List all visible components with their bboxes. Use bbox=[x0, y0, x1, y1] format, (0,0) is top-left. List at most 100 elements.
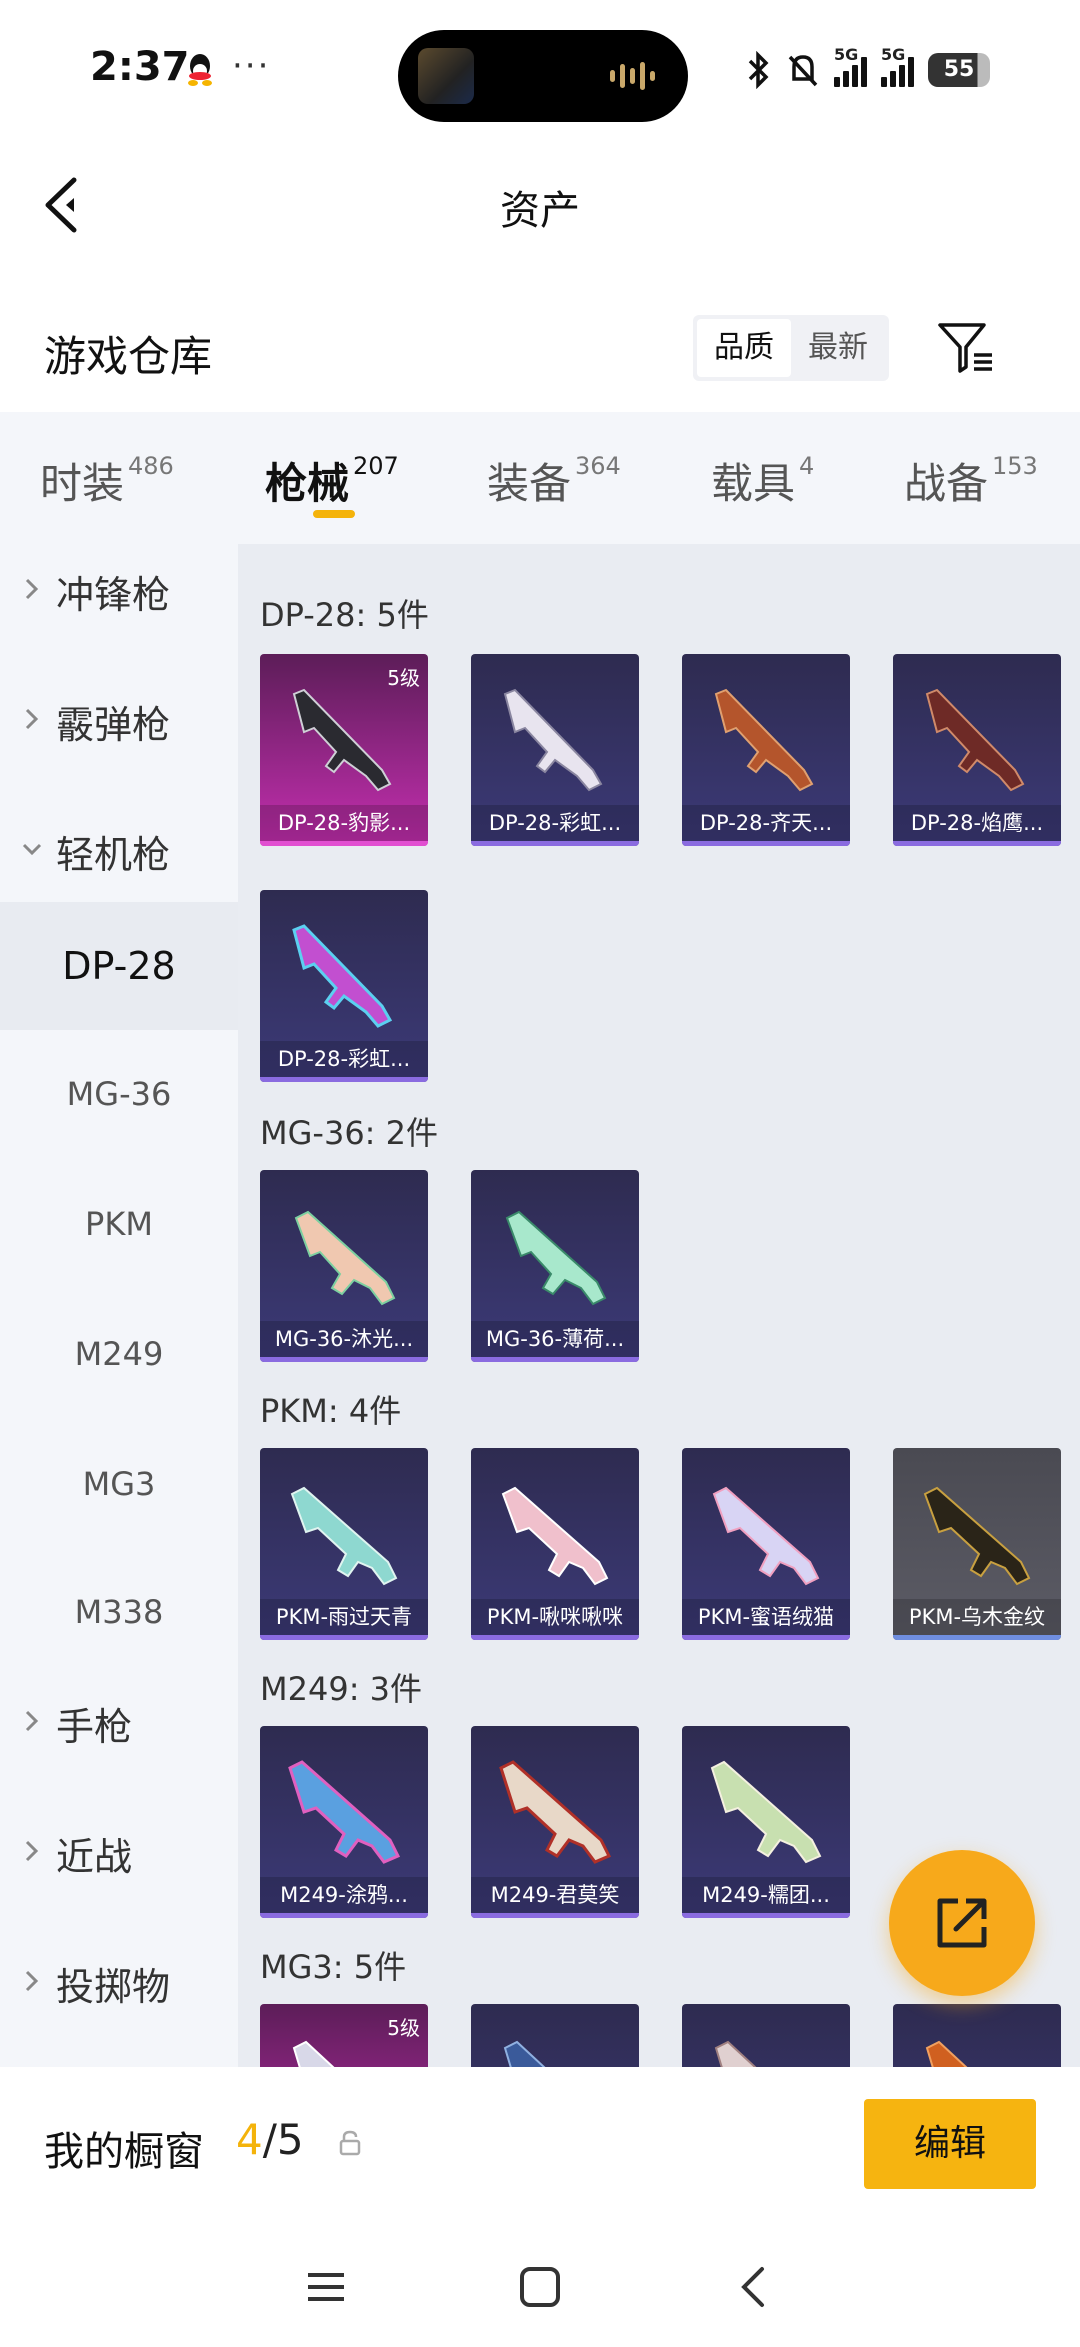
weapon-card[interactable]: PKM-雨过天青 bbox=[260, 1448, 428, 1640]
bluetooth-icon bbox=[748, 51, 769, 89]
sort-quality-button[interactable]: 品质 bbox=[697, 319, 791, 377]
sort-latest-button[interactable]: 最新 bbox=[791, 319, 885, 377]
back-icon[interactable] bbox=[732, 2265, 776, 2309]
top-app-bar: 资产 bbox=[0, 140, 1080, 270]
weapon-icon bbox=[294, 1210, 396, 1306]
weapon-card[interactable]: M249-君莫笑 bbox=[471, 1726, 639, 1918]
weapon-card[interactable]: M249-糯团... bbox=[682, 1726, 850, 1918]
showcase-bar: 我的橱窗 4/5 编辑 bbox=[0, 2067, 1080, 2227]
weapon-icon bbox=[292, 2040, 335, 2067]
tab-supplies[interactable]: 战备 153 bbox=[904, 450, 1038, 511]
weapon-card[interactable]: DP-28-彩虹... bbox=[471, 654, 639, 846]
weapon-icon bbox=[505, 1210, 607, 1306]
sidebar-item-shotgun[interactable]: 霰弹枪 bbox=[0, 680, 238, 760]
showcase-label: 我的橱窗 bbox=[44, 2129, 204, 2175]
sidebar-subitem-m338[interactable]: M338 bbox=[0, 1548, 238, 1676]
weapon-card[interactable] bbox=[682, 2004, 850, 2067]
weapon-icon bbox=[712, 1486, 820, 1586]
signal-1-icon: 5G bbox=[834, 45, 867, 87]
media-thumbnail bbox=[418, 48, 474, 104]
more-notifications-icon: ··· bbox=[232, 46, 271, 86]
chevron-right-icon bbox=[25, 1970, 39, 1992]
sidebar-item-smg[interactable]: 冲锋枪 bbox=[0, 550, 238, 630]
tab-firearms[interactable]: 枪械 207 bbox=[265, 450, 399, 511]
weapon-type-sidebar: 冲锋枪 霰弹枪 轻机枪 DP-28 MG-36 PKM M249 MG3 M33… bbox=[0, 544, 238, 2067]
warehouse-title: 游戏仓库 bbox=[44, 332, 213, 381]
sort-toggle: 品质 最新 bbox=[693, 315, 889, 381]
chevron-right-icon bbox=[25, 1710, 39, 1732]
weapon-card[interactable]: 5级 DP-28-豹影... bbox=[260, 654, 428, 846]
weapon-icon bbox=[714, 2040, 757, 2067]
weapon-card[interactable]: MG-36-沐光... bbox=[260, 1170, 428, 1362]
group-title-dp28: DP-28: 5件 bbox=[260, 596, 429, 634]
weapon-icon bbox=[923, 1486, 1031, 1586]
weapon-icon bbox=[292, 924, 393, 1028]
audio-wave-icon bbox=[610, 60, 660, 92]
showcase-count: 4/5 bbox=[236, 2115, 304, 2164]
share-button[interactable] bbox=[889, 1850, 1035, 1996]
signal-2-icon: 5G bbox=[881, 45, 914, 87]
weapon-icon bbox=[499, 1760, 612, 1864]
tab-fashion[interactable]: 时装 486 bbox=[40, 450, 174, 511]
share-icon bbox=[937, 1898, 987, 1948]
tab-equipment[interactable]: 装备 364 bbox=[487, 450, 621, 511]
warehouse-header: 游戏仓库 品质 最新 bbox=[0, 305, 1080, 395]
weapon-icon bbox=[288, 1760, 401, 1864]
chevron-right-icon bbox=[25, 1840, 39, 1862]
group-title-mg36: MG-36: 2件 bbox=[260, 1114, 438, 1152]
system-icons: 5G 5G 55 bbox=[746, 45, 990, 94]
sidebar-subitem-mg36[interactable]: MG-36 bbox=[0, 1030, 238, 1158]
sidebar-subitem-m249[interactable]: M249 bbox=[0, 1290, 238, 1418]
home-icon[interactable] bbox=[518, 2265, 562, 2309]
group-title-pkm: PKM: 4件 bbox=[260, 1392, 402, 1430]
group-title-mg3: MG3: 5件 bbox=[260, 1948, 407, 1986]
dynamic-island[interactable] bbox=[398, 30, 688, 122]
weapon-icon bbox=[714, 688, 814, 792]
weapon-card[interactable] bbox=[893, 2004, 1061, 2067]
sidebar-subitem-pkm[interactable]: PKM bbox=[0, 1160, 238, 1288]
sidebar-subitem-mg3[interactable]: MG3 bbox=[0, 1420, 238, 1548]
sidebar-item-melee[interactable]: 近战 bbox=[0, 1812, 238, 1892]
lock-icon bbox=[339, 2130, 361, 2156]
status-bar: 2:37 ··· 5G 5G 55 bbox=[0, 0, 1080, 140]
status-time: 2:37 bbox=[90, 44, 190, 90]
tab-vehicles[interactable]: 载具 4 bbox=[711, 450, 814, 511]
weapon-grid: DP-28: 5件 5级 DP-28-豹影... DP-28-彩虹... DP-… bbox=[238, 544, 1080, 2067]
sidebar-subitem-dp28[interactable]: DP-28 bbox=[0, 902, 238, 1030]
weapon-card[interactable]: 5级 bbox=[260, 2004, 428, 2067]
edit-button[interactable]: 编辑 bbox=[864, 2099, 1036, 2189]
filter-icon[interactable] bbox=[934, 315, 998, 379]
chevron-right-icon bbox=[25, 578, 39, 600]
weapon-card[interactable]: DP-28-焰鹰... bbox=[893, 654, 1061, 846]
menu-icon[interactable] bbox=[304, 2265, 348, 2309]
weapon-icon bbox=[925, 688, 1025, 792]
weapon-icon bbox=[501, 1486, 609, 1586]
weapon-icon bbox=[290, 1486, 398, 1586]
category-tabs: 时装 486 枪械 207 装备 364 载具 4 战备 153 bbox=[0, 412, 1080, 544]
weapon-icon bbox=[292, 688, 392, 792]
weapon-card[interactable]: PKM-啾咪啾咪 bbox=[471, 1448, 639, 1640]
weapon-icon bbox=[710, 1760, 822, 1864]
chevron-down-icon bbox=[22, 843, 42, 856]
weapon-icon bbox=[925, 2040, 968, 2067]
weapon-card[interactable]: PKM-蜜语绒猫 bbox=[682, 1448, 850, 1640]
weapon-card[interactable]: MG-36-薄荷... bbox=[471, 1170, 639, 1362]
active-tab-indicator bbox=[313, 510, 355, 518]
group-title-m249: M249: 3件 bbox=[260, 1670, 423, 1708]
qq-icon bbox=[188, 54, 212, 86]
weapon-card[interactable] bbox=[471, 2004, 639, 2067]
mute-bell-icon bbox=[788, 55, 818, 87]
sidebar-item-lmg[interactable]: 轻机枪 bbox=[0, 810, 238, 890]
weapon-card[interactable]: PKM-乌木金纹 bbox=[893, 1448, 1061, 1640]
page-title: 资产 bbox=[500, 188, 580, 234]
sidebar-item-throwables[interactable]: 投掷物 bbox=[0, 1942, 238, 2022]
chevron-right-icon bbox=[25, 708, 39, 730]
weapon-icon bbox=[503, 2040, 546, 2067]
weapon-card[interactable]: M249-涂鸦... bbox=[260, 1726, 428, 1918]
weapon-icon bbox=[503, 688, 603, 792]
sidebar-item-pistol[interactable]: 手枪 bbox=[0, 1682, 238, 1762]
system-nav-bar bbox=[0, 2227, 1080, 2347]
battery-indicator: 55 bbox=[928, 53, 990, 87]
weapon-card[interactable]: DP-28-齐天... bbox=[682, 654, 850, 846]
weapon-card[interactable]: DP-28-彩虹... bbox=[260, 890, 428, 1082]
